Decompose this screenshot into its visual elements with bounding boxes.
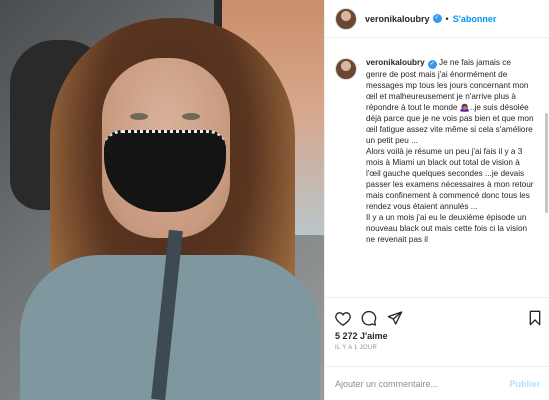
- follow-button[interactable]: S'abonner: [453, 14, 497, 24]
- post-photo[interactable]: [0, 0, 324, 400]
- share-icon[interactable]: [387, 310, 403, 326]
- caption-section: veronikaloubry ✓ Je ne fais jamais ce gen…: [325, 39, 549, 297]
- caption-verified-badge-icon: ✓: [427, 60, 437, 69]
- bookmark-icon[interactable]: [528, 310, 542, 326]
- caption: veronikaloubry ✓ Je ne fais jamais ce gen…: [366, 57, 534, 297]
- post-header: veronikaloubry ✓ • S'abonner: [325, 0, 549, 38]
- scrollbar[interactable]: [545, 113, 548, 213]
- right-eye: [182, 113, 200, 120]
- avatar[interactable]: [335, 7, 357, 30]
- heart-icon[interactable]: [335, 311, 351, 326]
- comment-icon[interactable]: [361, 310, 377, 326]
- caption-text: Je ne fais jamais ce genre de post mais …: [366, 58, 534, 244]
- verified-badge-icon: ✓: [432, 14, 442, 23]
- action-icons-row: [325, 298, 549, 328]
- comment-bar: Publier: [325, 366, 549, 400]
- comment-input[interactable]: [335, 378, 510, 389]
- caption-avatar[interactable]: [335, 58, 357, 80]
- publish-button[interactable]: Publier: [509, 379, 540, 389]
- likes-count[interactable]: 5 272 J'aime: [325, 328, 549, 341]
- separator-dot: •: [445, 13, 449, 24]
- username-link[interactable]: veronikaloubry: [365, 14, 430, 24]
- post-timestamp[interactable]: IL Y A 1 JOUR: [325, 341, 549, 351]
- post-sidebar: veronikaloubry ✓ • S'abonner veronikalou…: [324, 0, 549, 400]
- left-eye: [130, 113, 148, 120]
- caption-username[interactable]: veronikaloubry: [366, 58, 425, 67]
